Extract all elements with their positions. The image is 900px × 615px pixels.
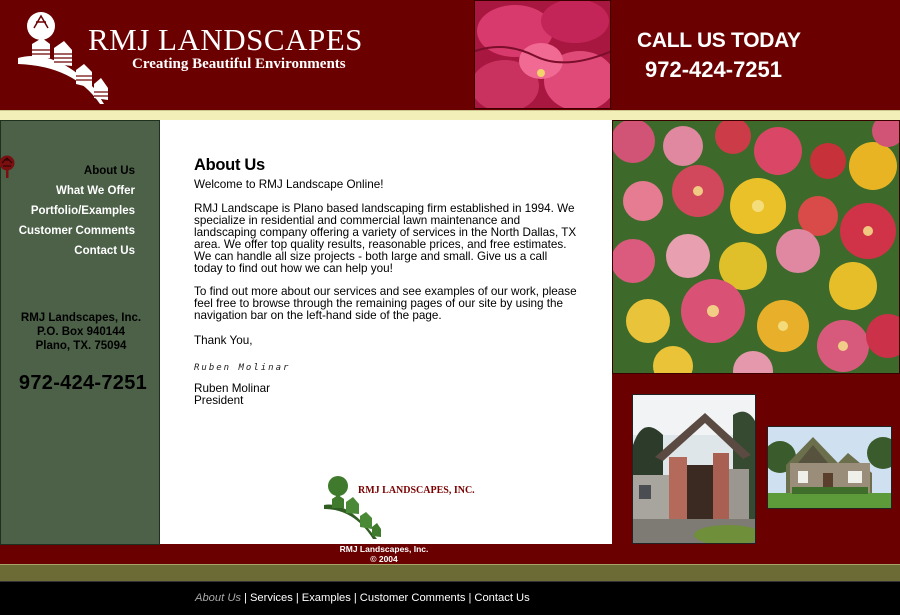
sidebar-item-label: Contact Us [74, 245, 135, 257]
main-content: About Us Welcome to RMJ Landscape Online… [160, 120, 612, 544]
header-divider [0, 110, 900, 120]
content-logo-text: RMJ LANDSCAPES, INC. [358, 485, 475, 496]
sidebar-item-what-we-offer[interactable]: What We Offer [19, 181, 135, 201]
address-company: RMJ Landscapes, Inc. [20, 312, 142, 324]
bottom-links: About Us | Services | Examples | Customer Comm… [195, 592, 530, 604]
signer-title: President [194, 394, 244, 407]
site-header: RMJ LANDSCAPES Creating Beautiful Enviro… [0, 0, 900, 110]
sidebar-item-label: Portfolio/Examples [30, 205, 135, 217]
separator: | [353, 592, 357, 604]
photo-column [612, 120, 900, 545]
brand-title: RMJ LANDSCAPES [88, 22, 363, 57]
content-logo: RMJ LANDSCAPES, INC. [322, 475, 492, 541]
sidebar: About Us What We Offer Portfolio/Example… [0, 120, 160, 545]
zinnia-photo [612, 120, 900, 374]
company-address: RMJ Landscapes, Inc. P.O. Box 940144 Pla… [1, 311, 161, 353]
more-info-paragraph: To find out more about our services and … [194, 285, 577, 322]
house-photo-2 [767, 426, 892, 509]
separator: | [468, 592, 472, 604]
sidebar-item-about-us[interactable]: About Us [0, 155, 135, 181]
separator: | [295, 592, 299, 604]
brand-tagline: Creating Beautiful Environments [132, 56, 346, 72]
footer-divider [0, 564, 900, 582]
bottom-nav: About Us | Services | Examples | Customer Comm… [0, 582, 900, 615]
signer-name: Ruben Molinar [194, 382, 271, 395]
sidebar-item-contact-us[interactable]: Contact Us [19, 241, 135, 261]
separator: | [244, 592, 247, 604]
sidebar-item-customer-comments[interactable]: Customer Comments [19, 221, 135, 241]
sidebar-nav: About Us What We Offer Portfolio/Example… [0, 155, 135, 261]
bottom-link-contact-us[interactable]: Contact Us [474, 592, 529, 604]
copyright-year: © 2004 [370, 553, 398, 564]
tree-icon [0, 155, 15, 178]
address-city: Plano, TX. 75094 [35, 340, 127, 352]
bottom-link-customer-comments[interactable]: Customer Comments [360, 592, 466, 604]
welcome-text: Welcome to RMJ Landscape Online! [194, 178, 384, 191]
address-po-box: P.O. Box 940144 [36, 326, 125, 338]
bottom-link-examples[interactable]: Examples [302, 592, 351, 604]
sidebar-phone: 972-424-7251 [18, 372, 148, 394]
sidebar-item-label: Customer Comments [18, 225, 135, 237]
house-photo-1 [632, 394, 756, 544]
signature-text: Ruben Molinar [194, 363, 291, 373]
bottom-link-about-us[interactable]: About Us [195, 592, 241, 604]
thanks-text: Thank You, [194, 334, 253, 347]
sidebar-item-portfolio[interactable]: Portfolio/Examples [19, 201, 135, 221]
sidebar-item-label: What We Offer [55, 185, 135, 197]
call-label: CALL US TODAY [637, 29, 801, 52]
page-title: About Us [194, 156, 265, 174]
copyright: RMJ Landscapes, Inc. © 2004 [0, 544, 768, 564]
about-paragraph: RMJ Landscape is Plano based landscaping… [194, 202, 577, 275]
signature: Ruben Molinar [194, 357, 324, 373]
call-phone[interactable]: 972-424-7251 [645, 57, 782, 83]
sidebar-item-label: About Us [83, 165, 135, 177]
bottom-link-services[interactable]: Services [250, 592, 293, 604]
flower-photo [474, 0, 611, 109]
logo-area[interactable]: RMJ LANDSCAPES Creating Beautiful Enviro… [0, 0, 473, 110]
call-box: CALL US TODAY 972-424-7251 [612, 0, 900, 110]
